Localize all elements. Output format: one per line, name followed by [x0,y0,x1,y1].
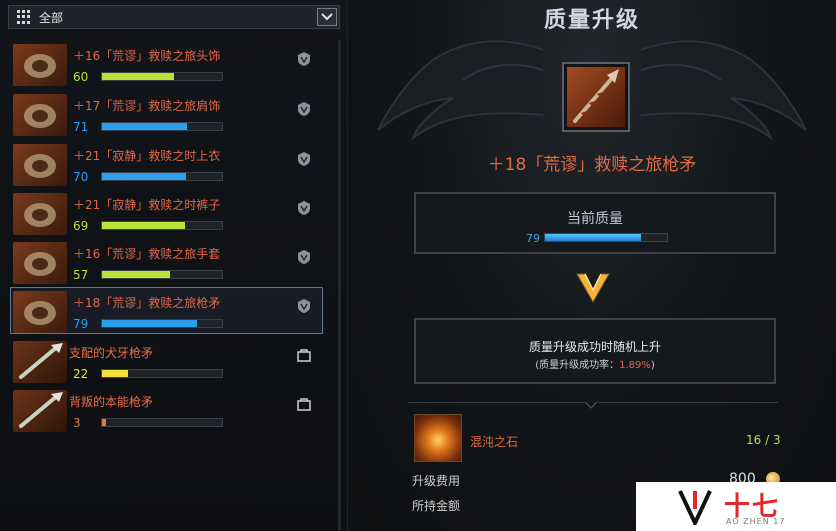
equipment-icon [13,242,67,284]
spear-icon [13,390,67,432]
equipped-icon [296,101,312,117]
item-name: ＋21「寂静」救赎之时上衣 [73,149,221,163]
chevron-down-icon[interactable] [317,8,337,26]
item-quality-bar [101,172,223,181]
current-quality-fill [545,234,642,241]
rate-close: ) [650,360,655,371]
item-quality-value: 70 [73,170,89,184]
item-quality-value: 71 [73,120,89,134]
item-quality-value: 79 [73,317,89,331]
item-quality-value: 3 [73,416,81,430]
rate-label: (质量升级成功率： [535,360,620,371]
page-title: 质量升级 [543,8,640,33]
list-item[interactable]: 支配的犬牙枪矛 22 [10,337,323,384]
divider-notch-icon [585,397,597,409]
rate-value: 1.89% [619,360,651,371]
selected-item-name: ＋18「荒谬」救赎之旅枪矛 [487,155,697,175]
equipment-icon [13,193,67,235]
item-quality-bar [101,270,223,279]
filter-label: 全部 [39,10,64,25]
current-quality-bar [544,233,668,242]
equipped-icon [296,249,312,265]
selected-item-slot [562,62,630,132]
item-name: ＋21「寂静」救赎之时裤子 [73,198,221,212]
item-quality-value: 57 [73,268,89,282]
item-quality-bar [101,319,223,328]
ornament-right-icon [641,40,807,140]
item-quality-bar [101,418,223,427]
item-name: ＋16「荒谬」救赎之旅头饰 [73,49,221,63]
quality-upgrade-panel: 质量升级 ＋18「荒谬」救赎之旅枪矛 当前质量 79 质量升级成功时随机上升 (… [348,0,836,531]
equipment-icon [13,94,67,136]
fee-label: 升级费用 [412,474,461,488]
material-count: 16 / 3 [746,433,781,447]
equipment-icon [13,144,67,186]
watermark: 十七 AO ZHEN 17 [636,482,836,531]
list-item[interactable]: ＋21「寂静」救赎之时裤子 69 [10,189,323,236]
list-item[interactable]: ＋17「荒谬」救赎之旅肩饰 71 [10,90,323,137]
material-name: 混沌之石 [470,435,519,449]
item-quality-bar [101,122,223,131]
held-gold-label: 所持金额 [412,499,461,513]
equipment-icon [13,44,67,86]
item-name: ＋16「荒谬」救赎之旅手套 [73,247,221,261]
item-quality-bar [101,369,223,378]
item-quality-value: 69 [73,219,89,233]
item-name: ＋17「荒谬」救赎之旅肩饰 [73,99,221,113]
equipped-icon [296,200,312,216]
category-filter-dropdown[interactable]: 全部 [8,5,340,29]
item-name: 支配的犬牙枪矛 [69,346,154,360]
list-item[interactable]: ＋16「荒谬」救赎之旅手套 57 [10,238,323,285]
spear-icon [13,341,67,383]
item-quality-fill [102,173,186,180]
item-quality-fill [102,419,106,426]
item-quality-bar [101,72,223,81]
equipped-icon [296,298,312,314]
current-quality-label: 当前质量 [567,211,623,227]
current-quality-box: 当前质量 79 [414,192,776,254]
upgrade-arrow-icon [576,273,610,304]
item-quality-fill [102,73,174,80]
spear-icon [567,67,625,127]
list-scrollbar[interactable] [338,40,341,530]
item-quality-fill [102,320,197,327]
item-list-panel: 全部 ＋16「荒谬」救赎之旅头饰 60 ＋17「荒谬」救赎之旅肩饰 71 ＋21「寂静」… [0,0,348,531]
equipment-icon [13,291,67,333]
item-quality-bar [101,221,223,230]
ornament-left-icon [377,40,543,140]
item-quality-fill [102,123,188,130]
success-rate: (质量升级成功率：1.89%) [416,356,774,371]
watermark-logo-icon [678,490,712,525]
upgrade-result-box: 质量升级成功时随机上升 (质量升级成功率：1.89%) [414,318,776,384]
item-quality-fill [102,370,129,377]
result-text: 质量升级成功时随机上升 [528,340,661,354]
list-item[interactable]: ＋21「寂静」救赎之时上衣 70 [10,140,323,187]
item-name: ＋18「荒谬」救赎之旅枪矛 [73,296,221,310]
equipped-icon [296,51,312,67]
list-item[interactable]: 背叛的本能枪矛 3 [10,386,323,433]
item-quality-fill [102,271,171,278]
item-quality-fill [102,222,185,229]
divider [408,397,778,409]
list-item[interactable]: ＋16「荒谬」救赎之旅头饰 60 [10,40,323,87]
chaos-stone-icon [414,414,462,462]
item-quality-value: 22 [73,367,89,381]
grid-icon [17,10,31,24]
item-quality-value: 60 [73,70,89,84]
watermark-subtext: AO ZHEN 17 [726,517,786,526]
item-name: 背叛的本能枪矛 [69,395,154,409]
list-item[interactable]: ＋18「荒谬」救赎之旅枪矛 79 [10,287,323,334]
inventory-icon [296,397,312,413]
current-quality-value: 79 [526,232,540,245]
inventory-icon [296,348,312,364]
equipped-icon [296,151,312,167]
